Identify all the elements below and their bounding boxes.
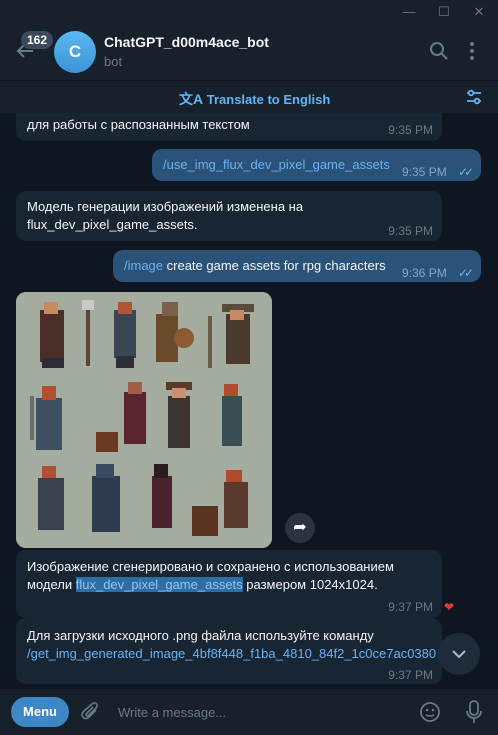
message-bubble[interactable]: для работы с распознанным текстом 9:35 P… (16, 113, 442, 141)
message-bubble[interactable]: /use_img_flux_dev_pixel_game_assets 9:35… (152, 149, 481, 181)
message-time: 9:37 PM (388, 600, 433, 614)
message-bubble[interactable]: Модель генерации изображений изменена на… (16, 191, 442, 241)
search-icon[interactable] (429, 41, 449, 66)
more-icon[interactable] (468, 41, 476, 66)
generated-image[interactable] (16, 292, 272, 548)
message-bubble[interactable]: Для загрузки исходного .png файла исполь… (16, 618, 442, 684)
share-icon[interactable]: ➦ (285, 513, 315, 543)
heart-icon[interactable]: ❤ (444, 600, 454, 614)
translate-icon: 文A (179, 91, 204, 107)
message-time: 9:36 PM (402, 266, 447, 280)
message-time: 9:35 PM (402, 165, 447, 179)
chat-status: bot (104, 54, 123, 69)
message-bubble[interactable]: /image create game assets for rpg charac… (113, 250, 481, 282)
message-text-line: модели flux_dev_pixel_game_assets размер… (27, 577, 378, 592)
bot-command-link[interactable]: /get_img_generated_image_4bf8f448_f1ba_4… (27, 645, 436, 663)
translate-label: Translate to English (206, 92, 331, 107)
message-bubble[interactable]: Изображение сгенерировано и сохранено с … (16, 550, 442, 618)
selected-text: flux_dev_pixel_game_assets (75, 577, 243, 592)
message-input[interactable] (118, 702, 398, 722)
bot-command-link[interactable]: /use_img_flux_dev_pixel_game_assets (163, 156, 390, 174)
translate-button[interactable]: 文A Translate to English (179, 89, 330, 109)
menu-button[interactable]: Menu (11, 697, 69, 727)
message-text: /image create game assets for rpg charac… (124, 257, 386, 275)
telegram-window: — ☐ ✕ 162 C ChatGPT_d00m4ace_bot bot 文A … (0, 0, 498, 735)
read-check-icon: ✓✓ (458, 165, 474, 179)
mic-icon[interactable] (465, 700, 483, 729)
bot-command-link[interactable]: /image (124, 258, 163, 273)
message-feed[interactable]: для работы с распознанным текстом 9:35 P… (0, 113, 498, 689)
chat-name[interactable]: ChatGPT_d00m4ace_bot (104, 34, 269, 50)
close-icon[interactable]: ✕ (470, 3, 488, 21)
read-check-icon: ✓✓ (458, 266, 474, 280)
message-text-line: Изображение сгенерировано и сохранено с … (27, 559, 394, 574)
maximize-icon[interactable]: ☐ (435, 3, 453, 21)
filter-icon[interactable] (465, 88, 483, 111)
message-text-line: Модель генерации изображений изменена на (27, 199, 304, 214)
emoji-icon[interactable] (419, 701, 441, 728)
prompt-text: create game assets for rpg characters (163, 258, 386, 273)
message-text-line: flux_dev_pixel_game_assets. (27, 217, 198, 232)
avatar[interactable]: C (54, 31, 96, 73)
message-time: 9:35 PM (388, 224, 433, 238)
translate-bar: 文A Translate to English (0, 80, 498, 113)
unread-badge: 162 (21, 31, 54, 49)
message-time: 9:37 PM (388, 668, 433, 682)
attach-icon[interactable] (80, 701, 102, 728)
message-text-line: Для загрузки исходного .png файла исполь… (27, 628, 374, 643)
message-time: 9:35 PM (388, 123, 433, 137)
minimize-icon[interactable]: — (400, 3, 418, 21)
window-titlebar: — ☐ ✕ (0, 0, 498, 24)
message-composer: Menu (0, 689, 498, 735)
chevron-down-icon[interactable] (438, 633, 480, 675)
chat-header: 162 C ChatGPT_d00m4ace_bot bot (0, 24, 498, 80)
message-text: для работы с распознанным текстом (27, 117, 250, 132)
